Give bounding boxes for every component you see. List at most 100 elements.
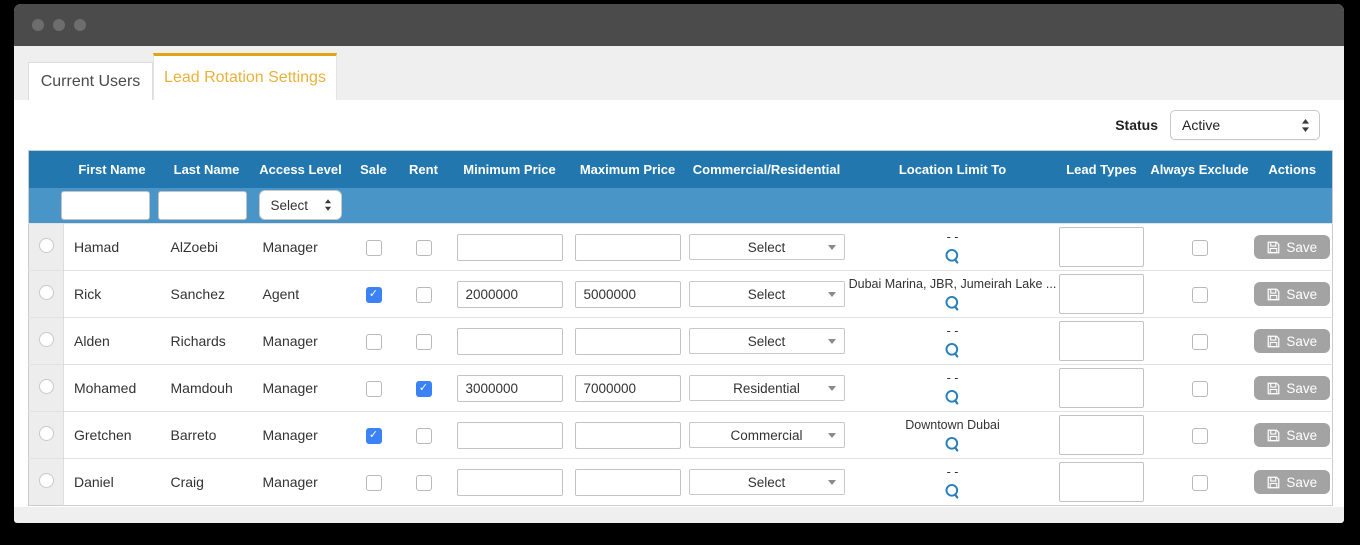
maximum-price-input[interactable]: [574, 374, 681, 402]
lead-types-input[interactable]: [1059, 321, 1144, 361]
location-limit-text: - -: [946, 465, 959, 480]
search-icon[interactable]: [944, 389, 961, 406]
filter-row: Select: [28, 187, 1333, 224]
search-icon[interactable]: [944, 483, 961, 500]
access-level-cell: Manager: [262, 474, 318, 490]
status-select[interactable]: Active: [1170, 110, 1320, 140]
lead-types-input[interactable]: [1059, 415, 1144, 455]
caret-down-icon: [827, 479, 836, 485]
save-button[interactable]: Save: [1254, 329, 1331, 353]
sale-checkbox[interactable]: ✓: [365, 239, 382, 256]
commercial-residential-select[interactable]: Select: [688, 469, 845, 495]
tab-lead-rotation-settings[interactable]: Lead Rotation Settings: [153, 53, 337, 100]
column-header: Rent: [409, 161, 438, 177]
maximum-price-input[interactable]: [574, 233, 681, 261]
maximum-price-input[interactable]: [574, 327, 681, 355]
rent-checkbox[interactable]: ✓: [415, 427, 432, 444]
rent-checkbox[interactable]: ✓: [415, 286, 432, 303]
maximum-price-input[interactable]: [574, 421, 681, 449]
search-icon[interactable]: [944, 295, 961, 312]
lead-types-input[interactable]: [1059, 462, 1144, 502]
commercial-residential-select[interactable]: Select: [688, 234, 845, 260]
lead-types-input[interactable]: [1059, 274, 1144, 314]
window-titlebar: [14, 4, 1344, 46]
access-level-filter-select[interactable]: Select: [258, 190, 342, 221]
caret-down-icon: [827, 385, 836, 391]
select-spinner-icon: [1302, 118, 1309, 132]
search-icon[interactable]: [944, 248, 961, 265]
caret-down-icon: [827, 244, 836, 250]
save-button[interactable]: Save: [1254, 282, 1331, 306]
commercial-residential-value: Select: [747, 474, 786, 490]
minimum-price-input[interactable]: [456, 374, 563, 402]
column-header: Commercial/Residential: [692, 161, 841, 177]
always-exclude-checkbox[interactable]: ✓: [1191, 380, 1208, 397]
status-label: Status: [1115, 117, 1158, 133]
check-icon: ✓: [418, 382, 429, 395]
table-row: Gretchen Barreto Manager ✓ ✓ Commercial …: [28, 411, 1333, 459]
column-header: Maximum Price: [579, 161, 676, 177]
commercial-residential-select[interactable]: Residential: [688, 375, 845, 401]
rent-checkbox[interactable]: ✓: [415, 380, 432, 397]
minimum-price-input[interactable]: [456, 233, 563, 261]
save-button[interactable]: Save: [1254, 376, 1331, 400]
row-select-radio[interactable]: [38, 238, 54, 253]
access-level-cell: Manager: [262, 427, 318, 443]
always-exclude-checkbox[interactable]: ✓: [1191, 333, 1208, 350]
sale-checkbox[interactable]: ✓: [365, 380, 382, 397]
commercial-residential-value: Select: [747, 333, 786, 349]
rent-checkbox[interactable]: ✓: [415, 239, 432, 256]
always-exclude-checkbox[interactable]: ✓: [1191, 239, 1208, 256]
minimum-price-input[interactable]: [456, 468, 563, 496]
first-name-cell: Daniel: [74, 474, 114, 490]
tab-current-users[interactable]: Current Users: [28, 62, 153, 100]
location-limit-cell: Downtown Dubai: [849, 417, 1057, 453]
save-icon: [1267, 382, 1280, 394]
tab-label: Current Users: [40, 72, 141, 90]
location-limit-cell: - -: [849, 323, 1057, 359]
first-name-cell: Alden: [74, 333, 110, 349]
last-name-cell: Mamdouh: [170, 380, 233, 396]
search-icon[interactable]: [944, 342, 961, 359]
sale-checkbox[interactable]: ✓: [365, 333, 382, 350]
row-select-radio[interactable]: [38, 473, 54, 488]
save-icon: [1267, 335, 1280, 347]
rent-checkbox[interactable]: ✓: [415, 474, 432, 491]
minimum-price-input[interactable]: [456, 327, 563, 355]
commercial-residential-value: Residential: [733, 380, 800, 396]
first-name-cell: Mohamed: [74, 380, 137, 396]
row-select-radio[interactable]: [38, 426, 54, 441]
maximum-price-input[interactable]: [574, 468, 681, 496]
minimum-price-input[interactable]: [456, 421, 563, 449]
commercial-residential-select[interactable]: Select: [688, 281, 845, 307]
sale-checkbox[interactable]: ✓: [365, 427, 382, 444]
sale-checkbox[interactable]: ✓: [365, 474, 382, 491]
row-select-radio[interactable]: [38, 332, 54, 347]
filter-radio-cell: [29, 188, 64, 224]
save-button[interactable]: Save: [1254, 470, 1331, 494]
row-select-radio[interactable]: [38, 379, 54, 394]
save-button[interactable]: Save: [1254, 423, 1331, 447]
lead-types-input[interactable]: [1059, 368, 1144, 408]
table-row: Hamad AlZoebi Manager ✓ ✓ Select - -: [28, 223, 1333, 271]
row-select-radio[interactable]: [38, 285, 54, 300]
access-level-cell: Manager: [262, 380, 318, 396]
commercial-residential-select[interactable]: Select: [688, 328, 845, 354]
column-header: Actions: [1268, 161, 1317, 177]
first-name-filter-input[interactable]: [60, 190, 150, 220]
minimum-price-input[interactable]: [456, 280, 563, 308]
rent-checkbox[interactable]: ✓: [415, 333, 432, 350]
lead-types-input[interactable]: [1059, 227, 1144, 267]
sale-checkbox[interactable]: ✓: [365, 286, 382, 303]
maximum-price-input[interactable]: [574, 280, 681, 308]
always-exclude-checkbox[interactable]: ✓: [1191, 286, 1208, 303]
table-row: Mohamed Mamdouh Manager ✓ ✓ Residential …: [28, 364, 1333, 412]
always-exclude-checkbox[interactable]: ✓: [1191, 427, 1208, 444]
commercial-residential-value: Select: [747, 239, 786, 255]
last-name-filter-input[interactable]: [157, 190, 247, 220]
always-exclude-checkbox[interactable]: ✓: [1191, 474, 1208, 491]
access-level-cell: Agent: [262, 286, 300, 302]
search-icon[interactable]: [944, 436, 961, 453]
commercial-residential-select[interactable]: Commercial: [688, 422, 845, 448]
save-button[interactable]: Save: [1254, 235, 1331, 259]
